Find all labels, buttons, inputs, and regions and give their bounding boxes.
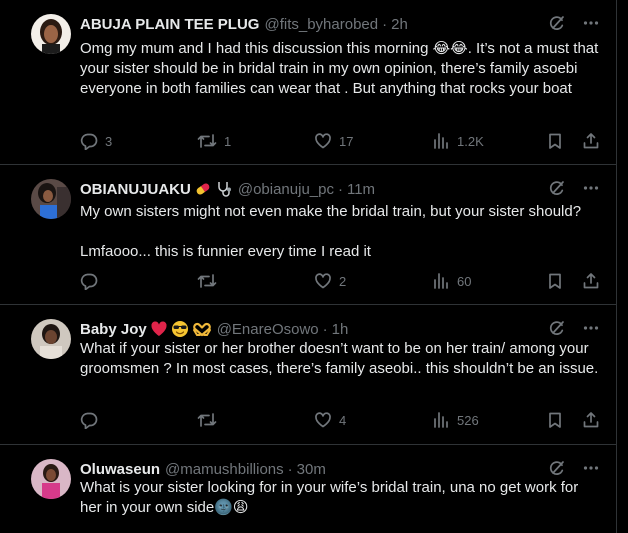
more-icon[interactable]: [582, 179, 600, 197]
bookmark-icon: [549, 273, 561, 289]
tweet-header: Baby Joy @EnareOsowo · 1h: [80, 319, 600, 339]
repost-count: 1: [224, 133, 232, 149]
tweet-text: What if your sister or her brother doesn…: [80, 340, 599, 377]
repost-button[interactable]: [197, 411, 224, 429]
reply-button[interactable]: 3: [80, 132, 112, 150]
like-count: 2: [339, 273, 347, 289]
views-button[interactable]: 526: [432, 411, 479, 429]
timestamp[interactable]: 11m: [347, 181, 375, 198]
tweet-text: What is your sister looking for in your …: [80, 479, 583, 516]
avatar[interactable]: [31, 459, 71, 499]
display-name[interactable]: OBIANUJUAKU: [80, 181, 191, 198]
more-icon[interactable]: [582, 319, 600, 337]
avatar[interactable]: [31, 14, 71, 54]
tweet-1[interactable]: ABUJA PLAIN TEE PLUG @fits_byharobed · 2…: [0, 0, 616, 165]
grok-icon[interactable]: [548, 179, 566, 197]
timeline: ABUJA PLAIN TEE PLUG @fits_byharobed · 2…: [0, 0, 617, 533]
views-count: 1.2K: [457, 133, 484, 149]
tweet-text: Omg my mum and I had this discussion thi…: [80, 40, 603, 97]
reply-button[interactable]: [80, 272, 105, 290]
tweet-header: ABUJA PLAIN TEE PLUG @fits_byharobed · 2…: [80, 14, 600, 34]
share-button[interactable]: [582, 411, 600, 429]
bookmark-icon: [549, 133, 561, 149]
share-icon: [583, 273, 599, 289]
like-count: 4: [339, 412, 347, 428]
more-icon[interactable]: [582, 14, 600, 32]
more-icon[interactable]: [582, 459, 600, 477]
tweet-actions: 4 526: [80, 411, 600, 431]
repost-button[interactable]: [197, 272, 224, 290]
like-button[interactable]: 2: [314, 272, 346, 290]
views-count: 526: [457, 412, 479, 428]
like-icon: [315, 273, 331, 289]
repost-icon: [197, 413, 217, 427]
grok-icon[interactable]: [548, 459, 566, 477]
repost-icon: [197, 134, 217, 148]
views-count: 60: [457, 273, 472, 289]
tweet-header: Oluwaseun @mamushbillions · 30m: [80, 459, 600, 479]
reply-button[interactable]: [80, 411, 105, 429]
heart-hands-emoji: [192, 320, 212, 338]
user-handle[interactable]: @fits_byharobed: [264, 16, 378, 33]
red-heart-emoji: [150, 320, 168, 338]
display-name[interactable]: Oluwaseun: [80, 461, 160, 478]
timestamp[interactable]: 2h: [391, 16, 408, 33]
separator-dot: ·: [322, 320, 328, 338]
separator-dot: ·: [382, 15, 388, 33]
avatar[interactable]: [31, 179, 71, 219]
avatar[interactable]: [31, 319, 71, 359]
views-button[interactable]: 60: [432, 272, 471, 290]
bookmark-button[interactable]: [546, 132, 564, 150]
timestamp[interactable]: 30m: [297, 461, 326, 478]
tweet-actions: 2 60: [80, 272, 600, 292]
like-button[interactable]: 4: [314, 411, 346, 429]
tweet-3[interactable]: Baby Joy @EnareOsowo · 1h What if your s…: [0, 305, 616, 445]
views-icon: [434, 412, 448, 428]
pill-emoji: [194, 180, 212, 198]
separator-dot: ·: [287, 460, 293, 478]
bookmark-button[interactable]: [546, 272, 564, 290]
views-button[interactable]: 1.2K: [432, 132, 484, 150]
tweet-actions: 3 1 17 1.2K: [80, 132, 600, 152]
user-handle[interactable]: @EnareOsowo: [217, 321, 319, 338]
grok-icon[interactable]: [548, 14, 566, 32]
display-name[interactable]: Baby Joy: [80, 321, 147, 338]
bookmark-icon: [549, 412, 561, 428]
reply-icon: [80, 273, 98, 290]
views-icon: [434, 273, 448, 289]
user-handle[interactable]: @obianuju_pc: [238, 181, 334, 198]
tweet-text: My own sisters might not even make the b…: [80, 203, 582, 260]
share-icon: [583, 133, 599, 149]
like-button[interactable]: 17: [314, 132, 353, 150]
stethoscope-emoji: [215, 180, 233, 198]
tweet-2[interactable]: OBIANUJUAKU @obianuju_pc · 11m My own si…: [0, 165, 616, 305]
share-icon: [583, 412, 599, 428]
like-icon: [315, 133, 331, 149]
share-button[interactable]: [582, 132, 600, 150]
tweet-4[interactable]: Oluwaseun @mamushbillions · 30m What is …: [0, 445, 616, 533]
separator-dot: ·: [337, 180, 343, 198]
grok-icon[interactable]: [548, 319, 566, 337]
like-count: 17: [339, 133, 354, 149]
reply-icon: [80, 412, 98, 429]
tweet-header: OBIANUJUAKU @obianuju_pc · 11m: [80, 179, 600, 199]
user-handle[interactable]: @mamushbillions: [165, 461, 284, 478]
share-button[interactable]: [582, 272, 600, 290]
like-icon: [315, 412, 331, 428]
bookmark-button[interactable]: [546, 411, 564, 429]
timestamp[interactable]: 1h: [332, 321, 349, 338]
reply-icon: [80, 133, 98, 150]
repost-icon: [197, 274, 217, 288]
sunglasses-emoji: [171, 320, 189, 338]
repost-button[interactable]: 1: [197, 132, 231, 150]
display-name[interactable]: ABUJA PLAIN TEE PLUG: [80, 16, 259, 33]
views-icon: [434, 133, 448, 149]
reply-count: 3: [105, 133, 113, 149]
